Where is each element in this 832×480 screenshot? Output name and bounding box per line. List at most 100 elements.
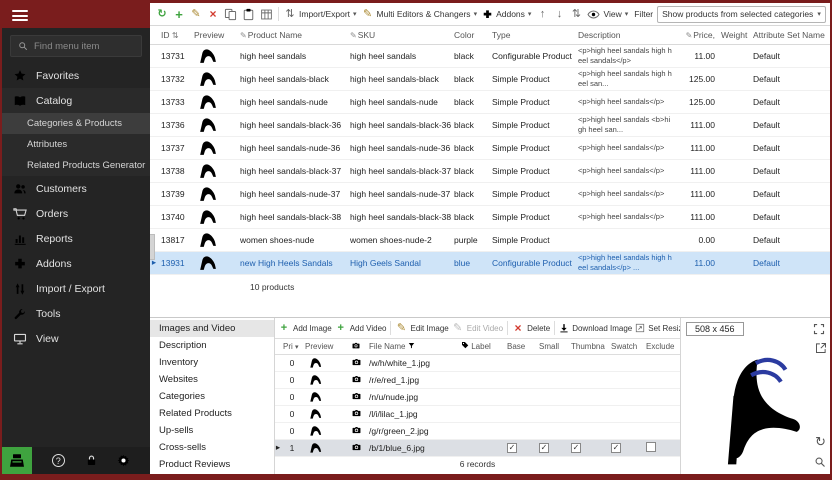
open-external-icon[interactable] (815, 342, 827, 354)
copy-button[interactable] (222, 6, 239, 23)
lock-icon[interactable] (85, 454, 98, 467)
product-row[interactable]: 13738 high heel sandals-black-37 high he… (150, 159, 830, 182)
cell-base[interactable]: ✓ (505, 439, 537, 456)
edit-video-button[interactable]: ✎Edit Video (451, 322, 504, 335)
image-row[interactable]: 0 /r/e/red_1.jpg (275, 371, 680, 388)
zoom-icon[interactable] (814, 456, 826, 468)
cell-small[interactable] (537, 405, 569, 422)
col-id[interactable]: ID ⇅ (158, 26, 191, 44)
delete-image-button[interactable]: ×Delete (511, 321, 551, 335)
sidebar-item-related-products-generator[interactable]: Related Products Generator (2, 155, 150, 176)
cell-swatch[interactable] (609, 388, 644, 405)
product-row[interactable]: 13732 high heel sandals-black high heel … (150, 67, 830, 90)
addons-menu[interactable]: Addons ▾ (480, 7, 533, 22)
image-row[interactable]: 0 /n/u/nude.jpg (275, 388, 680, 405)
sidebar-item-orders[interactable]: Orders (2, 201, 150, 226)
gear-icon[interactable] (117, 454, 130, 467)
col-attribute-set[interactable]: Attribute Set Name (750, 26, 830, 44)
columns-button[interactable] (258, 6, 275, 23)
sidebar-item-tools[interactable]: Tools (2, 301, 150, 326)
cell-base[interactable] (505, 405, 537, 422)
tab-cross-sells[interactable]: Cross-sells (150, 439, 274, 456)
view-menu[interactable]: View ▾ (585, 6, 630, 23)
edit-product-button[interactable]: ✎ (188, 7, 204, 22)
base-checkbox[interactable]: ✓ (507, 443, 517, 453)
sort-reset-button[interactable]: ⇅ (568, 7, 584, 22)
image-row[interactable]: 0 /g/r/green_2.jpg (275, 422, 680, 439)
sidebar-item-attributes[interactable]: Attributes (2, 134, 150, 155)
col-description[interactable]: Description (575, 26, 676, 44)
sidebar-item-customers[interactable]: Customers (2, 176, 150, 201)
cell-thumbnail[interactable] (569, 354, 609, 371)
paste-button[interactable] (240, 6, 257, 23)
col-label-col[interactable]: Label (459, 339, 505, 354)
col-thumbnail[interactable]: Thumbna (569, 339, 609, 354)
cell-exclude[interactable] (644, 371, 680, 388)
sidebar-item-addons[interactable]: Addons (2, 251, 150, 276)
set-resize-rule-button[interactable]: Set Resize Rule▾ (634, 322, 680, 334)
delete-product-button[interactable]: × (205, 6, 221, 22)
import-export-menu[interactable]: ⇅ Import/Export ▾ (282, 7, 359, 22)
sidebar-item-catalog[interactable]: Catalog (2, 88, 150, 113)
panel-splitter-handle[interactable] (150, 234, 155, 260)
sidebar-item-favorites[interactable]: Favorites (2, 63, 150, 88)
cell-swatch[interactable] (609, 405, 644, 422)
col-file-name[interactable]: File Name (367, 339, 459, 354)
cell-swatch[interactable]: ✓ (609, 439, 644, 456)
cell-exclude[interactable] (644, 388, 680, 405)
cell-thumbnail[interactable] (569, 405, 609, 422)
col-preview[interactable]: Preview (303, 339, 349, 354)
sort-ascending-button[interactable]: ↑ (534, 7, 550, 22)
cell-base[interactable] (505, 371, 537, 388)
image-row[interactable]: 0 /w/h/white_1.jpg (275, 354, 680, 371)
cell-small[interactable] (537, 371, 569, 388)
filters-menu[interactable]: Filters ▾ (827, 7, 830, 21)
product-row[interactable]: 13740 high heel sandals-black-38 high he… (150, 205, 830, 228)
cell-thumbnail[interactable] (569, 371, 609, 388)
tab-inventory[interactable]: Inventory (150, 354, 274, 371)
col-priority[interactable]: Pri ▾ (281, 339, 303, 354)
small-checkbox[interactable]: ✓ (539, 443, 549, 453)
product-row[interactable]: 13733 high heel sandals-nude high heel s… (150, 90, 830, 113)
cell-base[interactable] (505, 422, 537, 439)
tab-description[interactable]: Description (150, 337, 274, 354)
tab-categories[interactable]: Categories (150, 388, 274, 405)
refresh-button[interactable]: ↻ (154, 7, 170, 22)
swatch-checkbox[interactable]: ✓ (611, 443, 621, 453)
col-price[interactable]: ✎Price, (676, 26, 718, 44)
sidebar-item-view[interactable]: View (2, 326, 150, 351)
tab-images-and-video[interactable]: Images and Video (150, 320, 274, 337)
cell-exclude[interactable] (644, 422, 680, 439)
col-preview[interactable]: Preview (191, 26, 237, 44)
product-row-selected[interactable]: ▸ 13931 new High Heels Sandals High Geel… (150, 251, 830, 274)
product-row[interactable]: 13731 high heel sandals high heel sandal… (150, 44, 830, 67)
col-small[interactable]: Small (537, 339, 569, 354)
exclude-checkbox[interactable] (646, 442, 656, 452)
add-video-button[interactable]: +Add Video (334, 322, 388, 335)
cell-base[interactable] (505, 388, 537, 405)
cell-camera[interactable] (349, 388, 367, 405)
cell-thumbnail[interactable] (569, 422, 609, 439)
cell-exclude[interactable] (644, 354, 680, 371)
product-row[interactable]: 13817 women shoes-nude women shoes-nude-… (150, 228, 830, 251)
col-type[interactable]: Type (489, 26, 575, 44)
cell-exclude[interactable] (644, 439, 680, 456)
cell-swatch[interactable] (609, 354, 644, 371)
add-image-button[interactable]: +Add Image (277, 322, 333, 335)
edit-image-button[interactable]: ✎Edit Image (394, 322, 449, 335)
help-button[interactable]: ? (52, 454, 65, 467)
col-exclude[interactable]: Exclude (644, 339, 680, 354)
image-size-field[interactable]: 508 x 456 (686, 322, 744, 336)
tab-related-products[interactable]: Related Products (150, 405, 274, 422)
cell-camera[interactable] (349, 354, 367, 371)
sidebar-search[interactable] (10, 35, 142, 57)
cell-base[interactable] (505, 354, 537, 371)
image-row[interactable]: 0 /l/i/lilac_1.jpg (275, 405, 680, 422)
category-filter-select[interactable]: Show products from selected categories ▾ (657, 6, 826, 23)
image-row-selected[interactable]: ▸ 1 /b/1/blue_6.jpg ✓ ✓ ✓ ✓ (275, 439, 680, 456)
tab-up-sells[interactable]: Up-sells (150, 422, 274, 439)
col-base[interactable]: Base (505, 339, 537, 354)
pos-button[interactable] (2, 447, 32, 474)
cell-thumbnail[interactable]: ✓ (569, 439, 609, 456)
menu-toggle-button[interactable] (2, 3, 150, 28)
